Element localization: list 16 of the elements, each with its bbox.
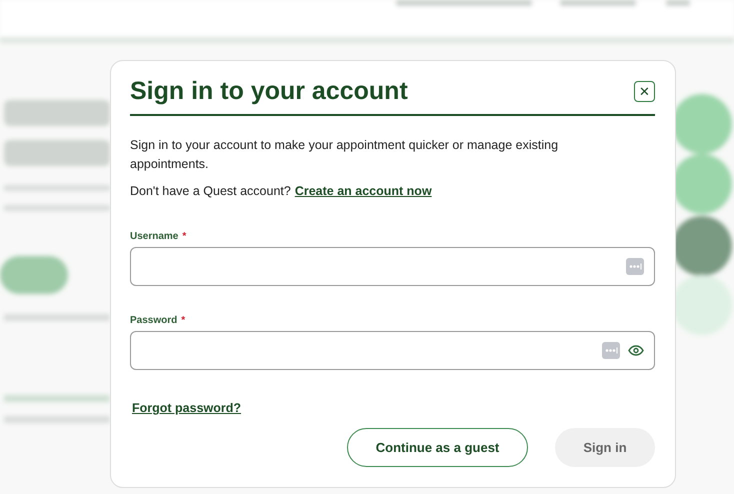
intro-text: Sign in to your account to make your appointment quicker or manage existing appointments. <box>130 137 560 173</box>
field-label: Username <box>130 230 178 244</box>
field-label: Password <box>130 314 178 328</box>
create-account-link[interactable]: Create an account now <box>294 182 432 201</box>
password-manager-icon[interactable] <box>626 258 644 275</box>
eye-icon[interactable] <box>628 345 644 356</box>
password-manager-icon[interactable] <box>602 342 620 359</box>
required-mark: * <box>181 314 186 328</box>
forgot-password-link[interactable]: Forgot password? <box>132 399 242 418</box>
guest-button[interactable]: Continue as a guest <box>347 428 528 467</box>
required-mark: * <box>182 230 186 244</box>
input-field[interactable] <box>130 247 655 286</box>
dialog-title: Sign in to your account <box>130 76 408 107</box>
close-button[interactable]: ✕ <box>634 80 655 102</box>
input-field[interactable] <box>130 331 655 370</box>
account-prompt: Don't have a Quest account? <box>130 183 291 200</box>
